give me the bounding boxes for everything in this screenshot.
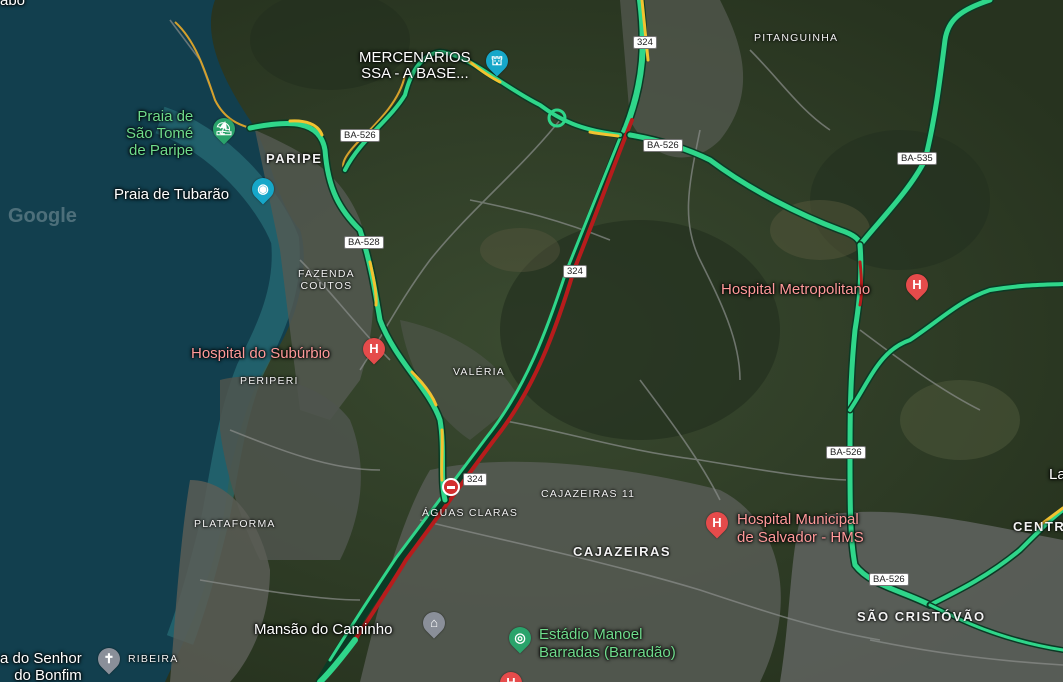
poi-praia-tubarao[interactable]: Praia de Tubarão [114,186,229,203]
road-ba528-outline [246,119,449,504]
road-br324-fast-lane [328,126,626,662]
shield-ba526-bottom: BA-526 [869,573,909,586]
label-pitanguinha: PITANGUINHA [754,32,839,44]
shield-ba535: BA-535 [897,152,937,165]
poi-mercenarios[interactable]: MERCENARIOS SSA - A BASE... [359,50,471,82]
poi-hospital-metropolitano[interactable]: Hospital Metropolitano [721,281,870,298]
label-fazenda-coutos-line1: FAZENDA [298,268,355,280]
road-east-link-outline [846,280,1063,414]
road-closed-icon[interactable] [442,478,460,496]
stadium-pin-icon[interactable]: ◎ [504,622,536,654]
label-valeria: VALÉRIA [453,366,505,378]
road-ba535 [857,0,993,248]
poi-hospital-suburbio[interactable]: Hospital do Subúrbio [191,345,330,362]
road-ba528 [247,121,448,503]
label-cajazeiras-11: CAJAZEIRAS 11 [541,488,636,500]
hospital-pin-icon[interactable]: H [901,269,933,301]
label-cajazeiras: CAJAZEIRAS [573,544,672,559]
shield-324-middle: 324 [563,265,587,278]
label-fazenda-coutos-line2: COUTOS [300,280,353,292]
beach-pin-icon[interactable]: ⛱ [208,113,240,145]
poi-estadio-line2: Barradas (Barradão) [539,644,676,661]
poi-praia-sao-tome-line3: de Paripe [129,142,194,159]
poi-praia-sao-tome-line1: Praia de [137,108,194,125]
poi-hospital-municipal-line1: Hospital Municipal [737,511,859,528]
shield-ba526-paripe: BA-526 [340,129,380,142]
shield-324-south: 324 [463,473,487,486]
shield-ba526-south: BA-526 [826,446,866,459]
poi-hospital-municipal-line2: de Salvador - HMS [737,529,864,546]
hospital-pin-icon[interactable]: H [701,507,733,539]
label-top-left-fragment: abo [0,0,26,9]
poi-praia-sao-tome-line2: São Tomé [126,125,194,142]
label-plataforma: PLATAFORMA [194,518,276,530]
poi-mercenarios-line1: MERCENARIOS [359,49,471,66]
shield-ba528: BA-528 [344,236,384,249]
map-canvas[interactable]: Google 324 324 324 BA-526 BA-526 BA-528 … [0,0,1063,682]
shield-ba526-east: BA-526 [643,139,683,152]
road-ba535-outline [856,0,994,249]
camera-pin-icon[interactable]: ◉ [247,173,279,205]
poi-mansao-caminho[interactable]: Mansão do Caminho [254,621,392,638]
label-paripe: PARIPE [266,151,323,166]
landmark-pin-icon[interactable]: ⌂ [418,607,450,639]
poi-estadio-line1: Estádio Manoel [539,626,643,643]
poi-senhor-bonfim-line2: do Bonfim [14,667,82,682]
poi-estadio-barradao[interactable]: Estádio Manoel Barradas (Barradão) [539,626,676,662]
church-pin-icon[interactable]: ✝ [93,643,125,675]
google-watermark: Google [8,205,77,227]
label-periperi: PERIPERI [240,375,299,387]
label-centro: CENTR [1013,519,1063,534]
poi-mercenarios-line2: SSA - A BASE... [361,65,469,82]
poi-senhor-bonfim[interactable]: a do Senhor do Bonfim [0,650,82,682]
hospital-pin-icon[interactable]: H [358,333,390,365]
label-fazenda-coutos: FAZENDA COUTOS [298,268,355,292]
label-ribeira: RIBEIRA [128,653,179,665]
landmark-pin-icon[interactable]: ⛫ [481,45,513,77]
road-ba528-yellow [440,428,444,482]
poi-senhor-bonfim-line1: a do Senhor [0,650,82,667]
shield-324-north: 324 [633,36,657,49]
label-la: La [1049,466,1063,483]
label-sao-cristovao: SÃO CRISTÓVÃO [857,609,986,624]
poi-praia-sao-tome[interactable]: Praia de São Tomé de Paripe [126,108,193,159]
poi-hospital-municipal[interactable]: Hospital Municipal de Salvador - HMS [737,511,864,547]
label-aguas-claras: ÁGUAS CLARAS [422,507,519,519]
